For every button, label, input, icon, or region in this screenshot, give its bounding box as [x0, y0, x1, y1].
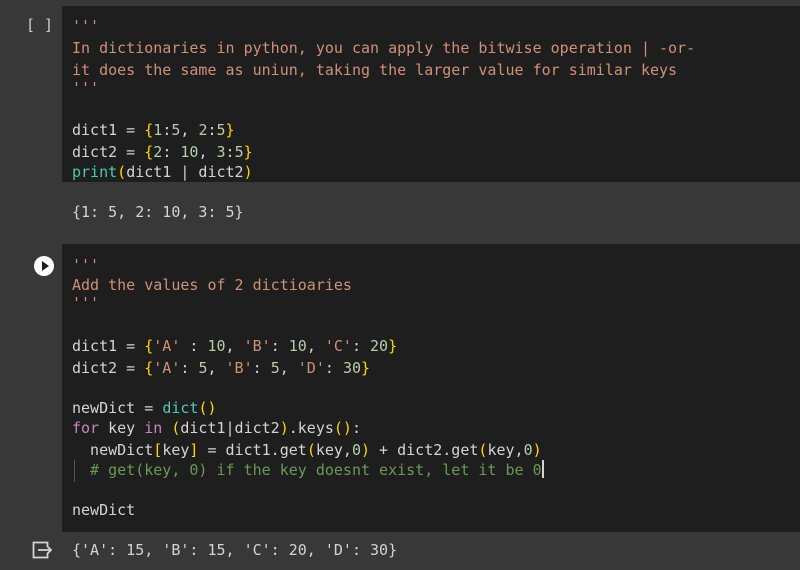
cell-2-editor[interactable]: ''' Add the values of 2 dictioaries ''' … [62, 244, 800, 532]
cell-2-gutter [0, 244, 62, 532]
indent-guide [74, 460, 75, 482]
cell-2-code-line-4: for key in (dict1|dict2).keys(): [72, 419, 361, 437]
cell-1-docstring-line-1: In dictionaries in python, you can apply… [72, 39, 696, 57]
cell-2-docstring-close: ''' [72, 294, 100, 312]
code-cell-2[interactable]: ''' Add the values of 2 dictioaries ''' … [0, 244, 800, 570]
cell-1-output: {1: 5, 2: 10, 3: 5} [72, 203, 244, 221]
cell-1-docstring-open: ''' [72, 17, 100, 35]
text-cursor [541, 460, 544, 478]
cell-2-code-line-3: newDict = dict() [72, 399, 217, 417]
cell-2-code-line-1: dict1 = {'A' : 10, 'B': 10, 'C': 20} [72, 337, 398, 355]
cell-1-code-line-2: dict2 = {2: 10, 3:5} [72, 143, 253, 161]
cell-1-gutter: [ ] [0, 6, 62, 180]
cell-1-run-indicator[interactable]: [ ] [26, 16, 53, 34]
play-icon[interactable] [34, 256, 54, 276]
cell-2-docstring-line-1: Add the values of 2 dictioaries [72, 276, 352, 294]
cell-1-editor[interactable]: ''' In dictionaries in python, you can a… [62, 6, 800, 182]
cell-2-code-line-7: newDict [72, 501, 136, 519]
output-redirect-icon[interactable] [32, 540, 54, 560]
cell-1-code-line-1: dict1 = {1:5, 2:5} [72, 121, 235, 139]
cell-1-docstring-close: ''' [72, 79, 100, 97]
cell-2-output: {'A': 15, 'B': 15, 'C': 20, 'D': 30} [72, 541, 398, 559]
cell-2-code-line-5: newDict[key] = dict1.get(key,0) + dict2.… [72, 441, 542, 459]
code-cell-1[interactable]: [ ] ''' In dictionaries in python, you c… [0, 6, 800, 238]
cell-2-code-line-6-comment: # get(key, 0) if the key doesnt exist, l… [72, 460, 544, 479]
cell-2-code-line-2: dict2 = {'A': 5, 'B': 5, 'D': 30} [72, 359, 371, 377]
cell-1-docstring-line-2: it does the same as uniun, taking the la… [72, 61, 678, 79]
cell-1-code-line-3: print(dict1 | dict2) [72, 163, 253, 181]
cell-2-docstring-open: ''' [72, 256, 100, 274]
